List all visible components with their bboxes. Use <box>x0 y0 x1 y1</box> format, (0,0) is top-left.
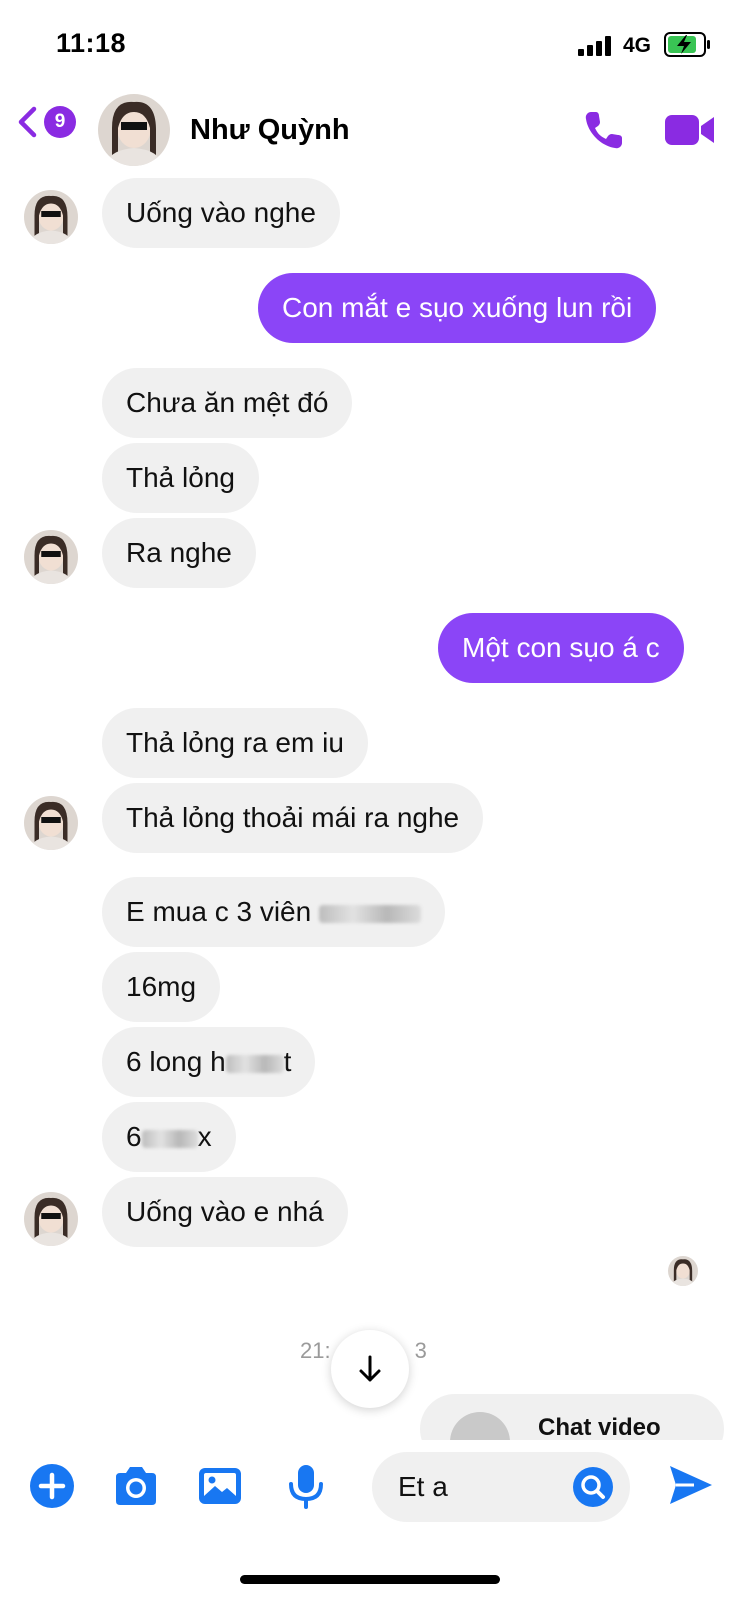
message-incoming[interactable]: Uống vào e nhá <box>102 1177 348 1247</box>
contact-avatar-small <box>24 1192 78 1246</box>
video-chat-label: Chat video <box>538 1414 661 1441</box>
arrow-down-icon <box>359 1355 381 1382</box>
message-incoming[interactable]: E mua c 3 viên <box>102 877 445 947</box>
phone-icon[interactable] <box>582 108 626 152</box>
contact-name[interactable]: Như Quỳnh <box>190 114 350 147</box>
message-text-tail: x <box>197 1121 212 1152</box>
read-receipt-avatar <box>668 1256 698 1286</box>
message-outgoing[interactable]: Một con sụo á c <box>438 613 684 683</box>
redacted-text <box>141 1129 198 1148</box>
status-bar: 11:18 4G <box>0 0 739 90</box>
message-input-value: Et a <box>398 1471 448 1502</box>
message-incoming[interactable]: Thả lỏng thoải mái ra nghe <box>102 783 484 853</box>
unread-badge: 9 <box>44 106 76 138</box>
message-text: 6 <box>126 1121 142 1152</box>
video-call-icon[interactable] <box>664 112 716 148</box>
message-text-tail: t <box>283 1046 292 1077</box>
timestamp-right: 3 <box>414 1338 427 1363</box>
message-input[interactable]: Et a <box>372 1452 630 1522</box>
message-text: 6 long h <box>126 1046 226 1077</box>
chat-header: 9 Như Quỳnh <box>0 90 739 172</box>
send-icon[interactable] <box>666 1460 716 1510</box>
battery-icon <box>664 32 710 57</box>
message-incoming[interactable]: Chưa ăn mệt đó <box>102 368 353 438</box>
camera-icon[interactable] <box>112 1462 160 1510</box>
status-time: 11:18 <box>56 28 127 58</box>
gallery-icon[interactable] <box>196 1462 244 1510</box>
contact-avatar-small <box>24 190 78 244</box>
contact-avatar[interactable] <box>98 94 170 166</box>
scroll-to-bottom-button[interactable] <box>331 1330 409 1408</box>
message-composer: Et a <box>0 1440 739 1540</box>
message-outgoing[interactable]: Con mắt e sụo xuống lun rồi <box>258 273 657 343</box>
message-incoming[interactable]: 6 long h t <box>102 1027 316 1097</box>
message-incoming[interactable]: 16mg <box>102 952 221 1022</box>
home-indicator[interactable] <box>240 1575 500 1584</box>
message-incoming[interactable]: Thả lỏng ra em iu <box>102 708 368 778</box>
redacted-text <box>225 1054 284 1073</box>
message-incoming[interactable]: Uống vào nghe <box>102 178 340 248</box>
signal-icon <box>578 36 612 56</box>
microphone-icon[interactable] <box>282 1462 330 1510</box>
contact-avatar-small <box>24 796 78 850</box>
chevron-left-icon <box>18 106 37 138</box>
contact-avatar-small <box>24 530 78 584</box>
message-text: E mua c 3 viên <box>126 896 312 927</box>
network-type: 4G <box>623 34 652 57</box>
search-icon[interactable] <box>572 1466 614 1508</box>
message-incoming[interactable]: Ra nghe <box>102 518 256 588</box>
back-button[interactable]: 9 <box>16 106 86 146</box>
message-incoming[interactable]: 6x <box>102 1102 236 1172</box>
message-incoming[interactable]: Thả lỏng <box>102 443 259 513</box>
plus-icon[interactable] <box>28 1462 76 1510</box>
timestamp-left: 21: <box>300 1338 331 1363</box>
redacted-text <box>318 904 421 923</box>
